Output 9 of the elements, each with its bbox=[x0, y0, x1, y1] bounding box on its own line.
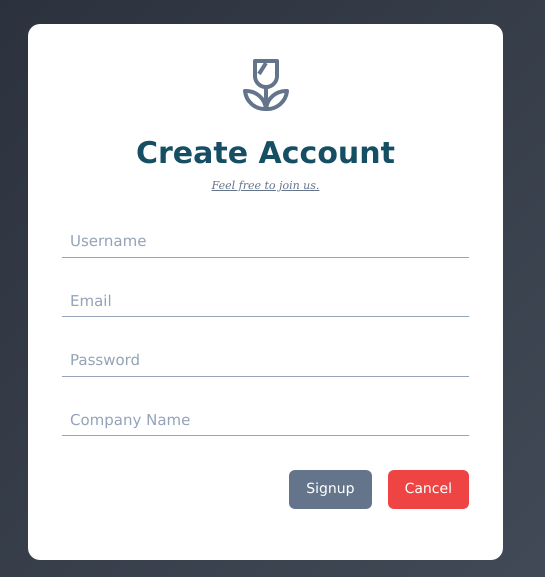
cancel-button[interactable]: Cancel bbox=[388, 470, 469, 509]
form-title: Create Account bbox=[136, 136, 395, 172]
tulip-icon bbox=[242, 58, 290, 112]
input-field[interactable]: Password bbox=[62, 345, 469, 376]
submit-button[interactable]: Signup bbox=[289, 470, 372, 509]
subtitle-text: Feel free to join us. bbox=[212, 179, 320, 192]
input-field[interactable]: Email bbox=[62, 286, 469, 317]
input-field[interactable]: Company Name bbox=[62, 404, 469, 436]
input-field[interactable]: Username bbox=[62, 226, 469, 258]
